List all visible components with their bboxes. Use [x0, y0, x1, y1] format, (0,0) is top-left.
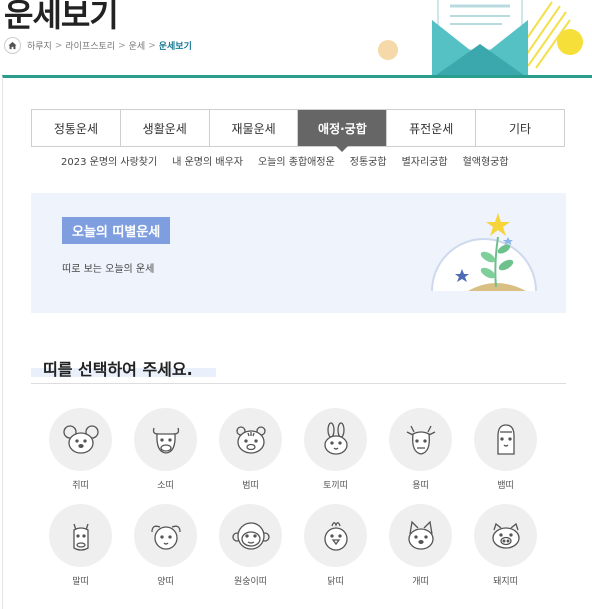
zodiac-label: 쥐띠 [72, 481, 89, 491]
zodiac-snake[interactable]: 뱀띠 [463, 408, 548, 492]
zodiac-monkey[interactable]: 원숭이띠 [208, 504, 293, 588]
zodiac-tiger[interactable]: 범띠 [208, 408, 293, 492]
breadcrumb-item[interactable]: 운세 [129, 39, 146, 52]
breadcrumb-item[interactable]: 라이프스토리 [65, 39, 115, 52]
zodiac-label: 용띠 [412, 481, 429, 491]
category-tabs: 정통운세 생활운세 재물운세 애정·궁합 퓨전운세 기타 [31, 109, 565, 152]
zodiac-ox[interactable]: 소띠 [123, 408, 208, 492]
section-heading: 띠를 선택하여 주세요. [43, 360, 193, 379]
subnav-item[interactable]: 별자리궁합 [402, 153, 448, 168]
horse-icon[interactable] [49, 504, 112, 567]
rabbit-icon[interactable] [304, 408, 367, 471]
tab-life-fortune[interactable]: 생활운세 [120, 110, 210, 146]
banner-description: 띠로 보는 오늘의 운세 [62, 264, 155, 275]
zodiac-label: 개띠 [412, 577, 429, 587]
sub-navigation: 2023 운명의 사랑찾기 내 운명의 배우자 오늘의 종합애정운 정통궁합 별… [61, 153, 524, 168]
zodiac-horse[interactable]: 말띠 [38, 504, 123, 588]
zodiac-label: 원숭이띠 [233, 577, 268, 587]
zodiac-label: 토끼띠 [323, 481, 348, 491]
home-icon[interactable] [4, 37, 21, 54]
zodiac-dog[interactable]: 개띠 [378, 504, 463, 588]
sprout-star-icon [431, 213, 537, 292]
zodiac-rooster[interactable]: 닭띠 [293, 504, 378, 588]
breadcrumb-separator: > [148, 40, 156, 51]
zodiac-grid: 쥐띠 소띠 범띠 토끼띠 용띠 뱀띠 말띠 양띠 원숭이띠 닭띠 개띠 돼지띠 [38, 408, 558, 588]
dog-icon[interactable] [389, 504, 452, 567]
breadcrumb: 하루지 > 라이프스토리 > 운세 > 운세보기 [4, 37, 192, 54]
dragon-icon[interactable] [389, 408, 452, 471]
snake-icon[interactable] [474, 408, 537, 471]
subnav-item[interactable]: 정통궁합 [350, 153, 387, 168]
zodiac-label: 말띠 [72, 577, 89, 587]
tab-fusion-fortune[interactable]: 퓨전운세 [387, 110, 477, 146]
tab-money-fortune[interactable]: 재물운세 [209, 110, 299, 146]
zodiac-sheep[interactable]: 양띠 [123, 504, 208, 588]
tiger-icon[interactable] [219, 408, 282, 471]
subnav-item[interactable]: 2023 운명의 사랑찾기 [61, 153, 157, 168]
ox-icon[interactable] [134, 408, 197, 471]
rooster-icon[interactable] [304, 504, 367, 567]
breadcrumb-current: 운세보기 [158, 42, 192, 52]
rat-icon[interactable] [49, 408, 112, 471]
zodiac-rabbit[interactable]: 토끼띠 [293, 408, 378, 492]
content-panel: 정통운세 생활운세 재물운세 애정·궁합 퓨전운세 기타 2023 운명의 사랑… [2, 75, 592, 609]
divider [31, 383, 566, 384]
subnav-item[interactable]: 오늘의 종합애정운 [258, 153, 335, 168]
zodiac-pig[interactable]: 돼지띠 [463, 504, 548, 588]
monkey-icon[interactable] [219, 504, 282, 567]
zodiac-label: 뱀띠 [497, 481, 514, 491]
daily-zodiac-banner: 오늘의 띠별운세 띠로 보는 오늘의 운세 [31, 193, 566, 313]
pig-icon[interactable] [474, 504, 537, 567]
zodiac-dragon[interactable]: 용띠 [378, 408, 463, 492]
breadcrumb-separator: > [118, 40, 126, 51]
banner-badge: 오늘의 띠별운세 [62, 217, 171, 244]
zodiac-label: 범띠 [242, 481, 259, 491]
breadcrumb-item[interactable]: 하루지 [27, 39, 52, 52]
sheep-icon[interactable] [134, 504, 197, 567]
zodiac-label: 소띠 [157, 481, 174, 491]
tab-etc[interactable]: 기타 [476, 110, 564, 146]
zodiac-rat[interactable]: 쥐띠 [38, 408, 123, 492]
page-title: 운세보기 [4, 0, 119, 34]
zodiac-label: 돼지띠 [493, 577, 518, 587]
subnav-item[interactable]: 내 운명의 배우자 [172, 153, 243, 168]
envelope-illustration [378, 0, 583, 78]
breadcrumb-separator: > [54, 40, 63, 51]
tab-traditional-fortune[interactable]: 정통운세 [32, 110, 121, 146]
tab-love-compatibility[interactable]: 애정·궁합 [298, 110, 388, 152]
zodiac-label: 양띠 [157, 577, 174, 587]
zodiac-label: 닭띠 [327, 577, 344, 587]
subnav-item[interactable]: 혈액형궁합 [463, 153, 509, 168]
